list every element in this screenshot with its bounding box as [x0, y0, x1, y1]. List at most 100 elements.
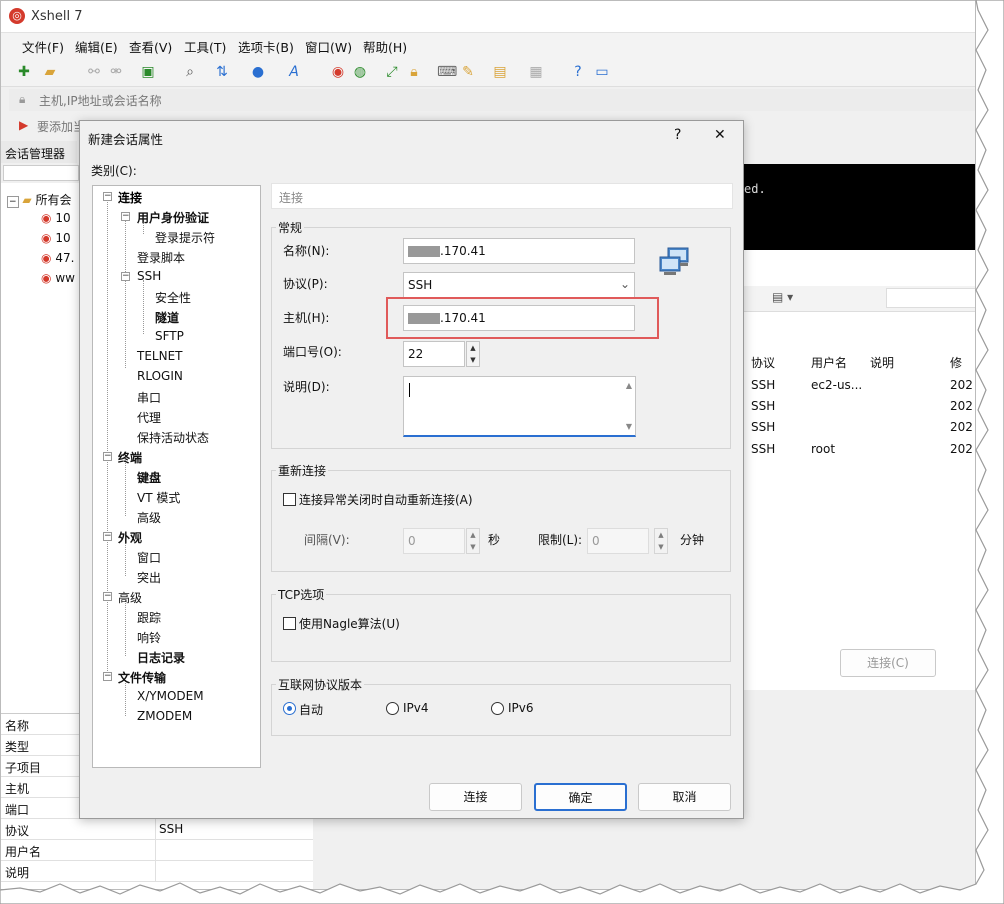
ipv6-label[interactable]: IPv6: [508, 701, 534, 715]
session-item[interactable]: ◉ 10: [41, 211, 71, 225]
scroll-down-icon[interactable]: ▼: [626, 422, 632, 431]
tree-window[interactable]: 窗口: [137, 549, 161, 566]
tree-serial[interactable]: 串口: [137, 389, 161, 406]
expand-advanced-icon[interactable]: −: [103, 592, 112, 601]
session-search-input[interactable]: [886, 288, 975, 308]
ip-auto-radio[interactable]: [283, 702, 296, 715]
expand-appearance-icon[interactable]: −: [103, 532, 112, 541]
col-modified[interactable]: 修: [950, 354, 962, 371]
row-user[interactable]: root: [811, 442, 835, 456]
tree-sftp[interactable]: SFTP: [155, 329, 184, 343]
name-input[interactable]: .170.41: [403, 238, 635, 264]
session-connect-button[interactable]: 连接(C): [840, 649, 936, 677]
menu-tools[interactable]: 工具(T): [184, 37, 226, 56]
new-session-icon[interactable]: ✚: [15, 63, 33, 81]
tree-terminal[interactable]: 终端: [118, 449, 142, 466]
help-icon[interactable]: ?: [569, 63, 587, 81]
tree-auth[interactable]: 用户身份验证: [137, 209, 209, 226]
tree-login-prompt[interactable]: 登录提示符: [155, 229, 215, 246]
tree-xymodem[interactable]: X/YMODEM: [137, 689, 204, 703]
keyboard-icon[interactable]: ⌨: [437, 63, 457, 81]
interval-spinner[interactable]: ▲ ▼: [466, 528, 480, 554]
dialog-close-button[interactable]: ✕: [714, 127, 726, 143]
col-protocol[interactable]: 协议: [751, 354, 775, 371]
ok-button[interactable]: 确定: [534, 783, 627, 811]
open-folder-icon[interactable]: ▰: [41, 63, 59, 81]
tree-highlight[interactable]: 突出: [137, 569, 161, 586]
tree-connection[interactable]: 连接: [118, 189, 142, 206]
tree-appearance[interactable]: 外观: [118, 529, 142, 546]
menu-help[interactable]: 帮助(H): [363, 37, 407, 56]
globe-icon[interactable]: ●: [249, 63, 267, 81]
nagle-checkbox[interactable]: [283, 617, 296, 630]
spin-down-icon[interactable]: ▼: [655, 541, 667, 553]
spin-up-icon[interactable]: ▲: [467, 342, 479, 354]
row-modified[interactable]: 202: [950, 399, 973, 413]
row-protocol[interactable]: SSH: [751, 399, 775, 413]
view-icon[interactable]: ▤ ▾: [772, 290, 793, 304]
add-tab-icon[interactable]: ▤: [491, 63, 509, 81]
row-user[interactable]: ec2-us...: [811, 378, 862, 392]
unlink-icon[interactable]: ⚮: [107, 63, 125, 81]
row-protocol[interactable]: SSH: [751, 442, 775, 456]
tree-telnet[interactable]: TELNET: [137, 349, 183, 363]
tree-keepalive[interactable]: 保持活动状态: [137, 429, 209, 446]
row-modified[interactable]: 202: [950, 420, 973, 434]
tree-advanced2[interactable]: 高级: [118, 589, 142, 606]
tree-vt-mode[interactable]: VT 模式: [137, 489, 180, 506]
highlight-icon[interactable]: ✎: [459, 63, 477, 81]
connect-button[interactable]: 连接: [429, 783, 522, 811]
menu-tabs[interactable]: 选项卡(B): [238, 37, 294, 56]
tree-rlogin[interactable]: RLOGIN: [137, 369, 183, 383]
xftp-icon[interactable]: ◍: [351, 63, 369, 81]
layout-icon[interactable]: ▦: [527, 63, 545, 81]
col-desc[interactable]: 说明: [870, 354, 894, 371]
tree-advanced[interactable]: 高级: [137, 509, 161, 526]
limit-input[interactable]: 0: [587, 528, 649, 554]
tree-proxy[interactable]: 代理: [137, 409, 161, 426]
terminal-area[interactable]: ed.: [744, 164, 975, 250]
desc-textarea[interactable]: ▲ ▼: [403, 376, 636, 437]
tree-root[interactable]: − ▰ 所有会: [7, 191, 71, 208]
menu-view[interactable]: 查看(V): [129, 37, 172, 56]
address-bar[interactable]: 🔒︎ 主机,IP地址或会话名称: [9, 89, 975, 111]
interval-input[interactable]: 0: [403, 528, 465, 554]
protocol-select[interactable]: SSH ⌄: [403, 272, 635, 298]
row-protocol[interactable]: SSH: [751, 420, 775, 434]
tree-zmodem[interactable]: ZMODEM: [137, 709, 192, 723]
expand-terminal-icon[interactable]: −: [103, 452, 112, 461]
col-user[interactable]: 用户名: [811, 354, 847, 371]
spin-up-icon[interactable]: ▲: [467, 529, 479, 541]
spin-down-icon[interactable]: ▼: [467, 354, 479, 366]
row-modified[interactable]: 202: [950, 442, 973, 456]
link-icon[interactable]: ⚯: [85, 63, 103, 81]
row-protocol[interactable]: SSH: [751, 378, 775, 392]
tree-keyboard[interactable]: 键盘: [137, 469, 161, 486]
expand-connection-icon[interactable]: −: [103, 192, 112, 201]
session-item[interactable]: ◉ ww: [41, 271, 75, 285]
row-modified[interactable]: 202: [950, 378, 973, 392]
ipv4-radio[interactable]: [386, 702, 399, 715]
spin-down-icon[interactable]: ▼: [467, 541, 479, 553]
ipv4-label[interactable]: IPv4: [403, 701, 429, 715]
ip-auto-label[interactable]: 自动: [299, 701, 323, 718]
session-item[interactable]: ◉ 10: [41, 231, 71, 245]
menu-window[interactable]: 窗口(W): [305, 37, 352, 56]
cancel-button[interactable]: 取消: [638, 783, 731, 811]
ipv6-radio[interactable]: [491, 702, 504, 715]
font-icon[interactable]: A: [285, 63, 303, 81]
spin-up-icon[interactable]: ▲: [655, 529, 667, 541]
properties-icon[interactable]: ▣: [139, 63, 157, 81]
scroll-up-icon[interactable]: ▲: [626, 381, 632, 390]
search-icon[interactable]: ⌕: [181, 63, 199, 81]
fullscreen-icon[interactable]: ⤢: [383, 63, 401, 81]
port-input[interactable]: 22: [403, 341, 465, 367]
session-item[interactable]: ◉ 47.: [41, 251, 74, 265]
auto-reconnect-checkbox[interactable]: [283, 493, 296, 506]
tree-trace[interactable]: 跟踪: [137, 609, 161, 626]
tree-ssh[interactable]: SSH: [137, 269, 161, 283]
tree-bell[interactable]: 响铃: [137, 629, 161, 646]
auto-reconnect-label[interactable]: 连接异常关闭时自动重新连接(A): [299, 491, 473, 508]
tree-login-script[interactable]: 登录脚本: [137, 249, 185, 266]
nagle-label[interactable]: 使用Nagle算法(U): [299, 615, 400, 632]
